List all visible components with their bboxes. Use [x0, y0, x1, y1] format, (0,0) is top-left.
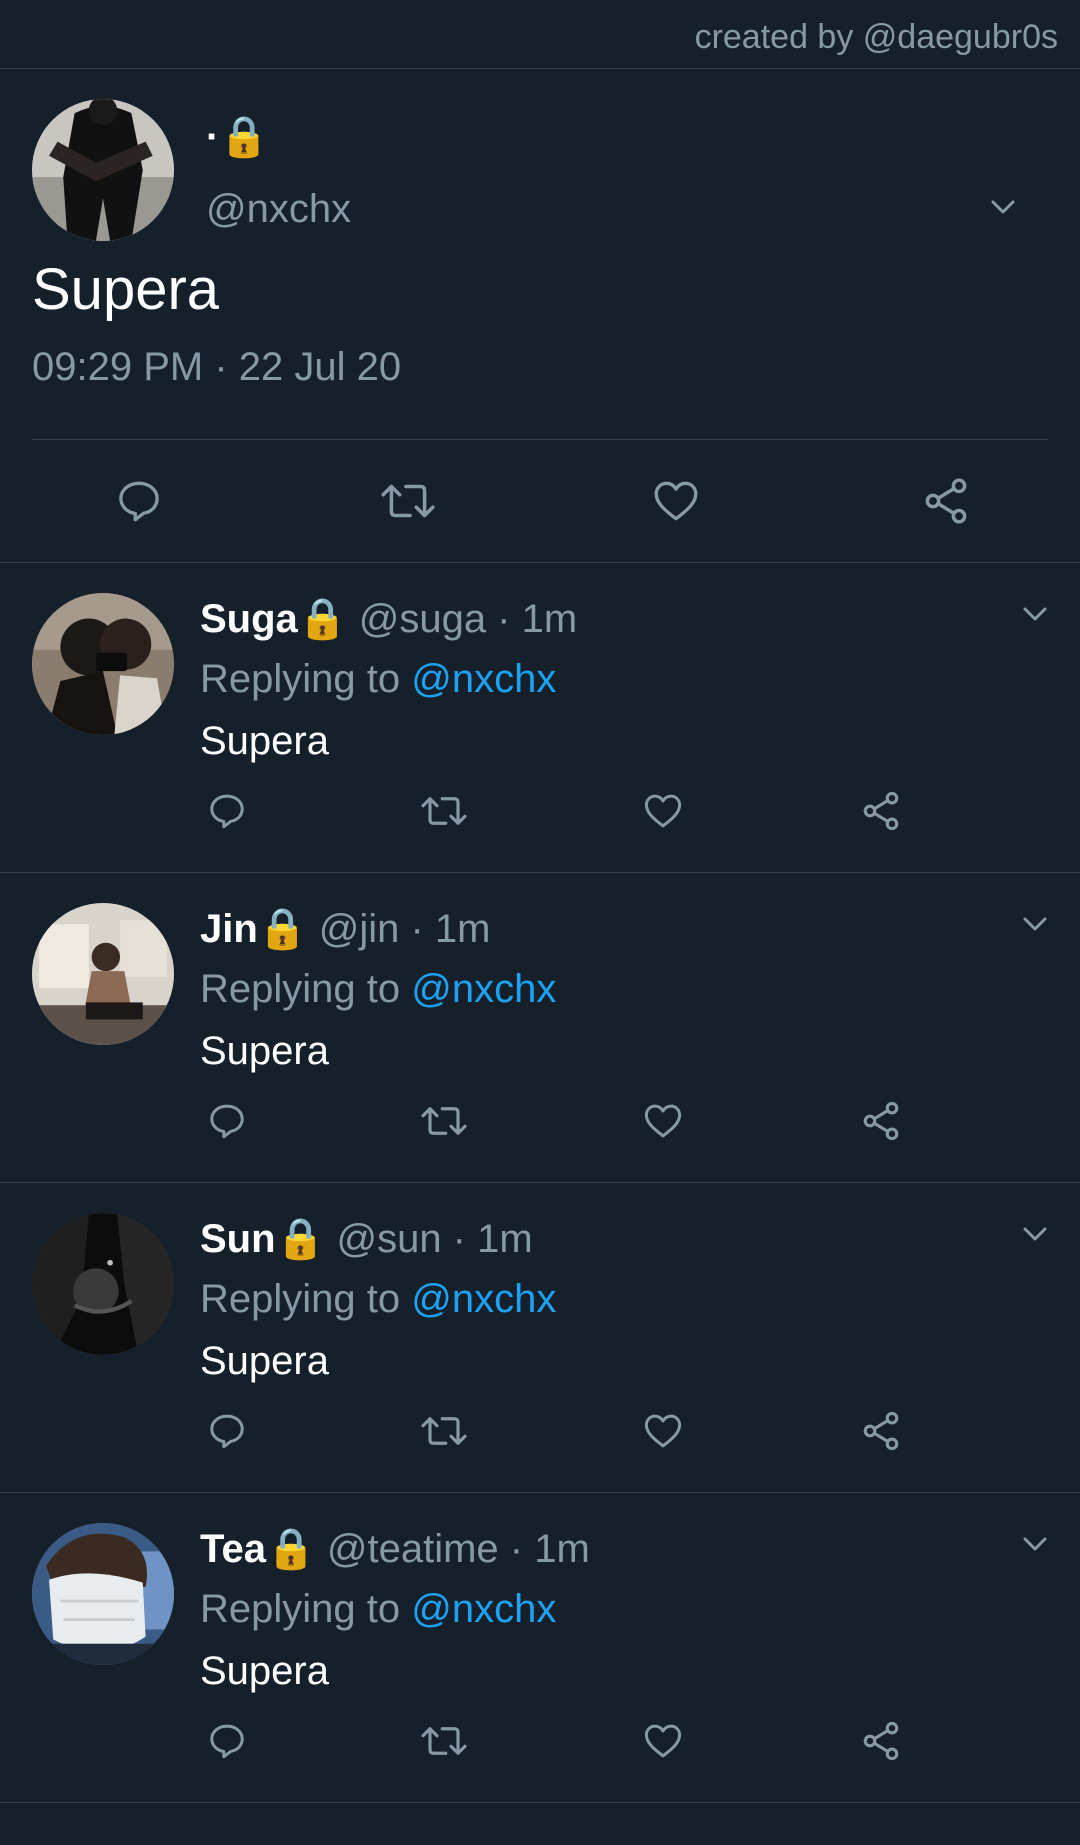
replying-to: Replying to @nxchx	[200, 967, 556, 1012]
tweet-text: Supera	[32, 257, 220, 322]
author-meta: @suga · 1m	[347, 597, 578, 641]
author-meta: @teatime · 1m	[315, 1527, 590, 1571]
retweet-icon[interactable]	[418, 1409, 470, 1453]
tweet-timestamp: 09:29 PM · 22 Jul 20	[32, 345, 402, 389]
reply-tweet[interactable]: Suga🔒 @suga · 1m Replying to @nxchx Supe…	[0, 563, 1080, 873]
retweet-icon[interactable]	[418, 1719, 470, 1763]
author-name[interactable]: Jin🔒	[200, 907, 308, 951]
retweet-icon[interactable]	[418, 1099, 470, 1143]
main-tweet-header: ·🔒 @nxchx	[32, 69, 1048, 257]
tweet-actions	[32, 440, 1048, 562]
chevron-down-icon[interactable]	[1020, 599, 1050, 629]
avatar[interactable]	[32, 1523, 174, 1665]
tweet-actions	[0, 785, 1080, 845]
mention-link[interactable]: @nxchx	[411, 657, 556, 701]
replying-label: Replying to	[200, 657, 412, 701]
share-icon[interactable]	[858, 1409, 904, 1453]
author-name[interactable]: ·🔒	[206, 113, 269, 160]
tweet-actions	[0, 1405, 1080, 1465]
heart-icon[interactable]	[640, 1409, 686, 1453]
author-name[interactable]: Tea🔒	[200, 1527, 316, 1571]
retweet-icon[interactable]	[378, 474, 438, 528]
reply-icon[interactable]	[205, 1719, 249, 1763]
reply-header: Tea🔒 @teatime · 1m	[200, 1525, 590, 1572]
replying-label: Replying to	[200, 1587, 412, 1631]
heart-icon[interactable]	[640, 1099, 686, 1143]
author-meta: @jin · 1m	[307, 907, 491, 951]
replying-label: Replying to	[200, 967, 412, 1011]
author-name[interactable]: Sun🔒	[200, 1217, 325, 1261]
reply-text: Supera	[200, 1339, 329, 1383]
reply-icon[interactable]	[205, 1409, 249, 1453]
replying-to: Replying to @nxchx	[200, 1587, 556, 1632]
reply-text: Supera	[200, 1029, 329, 1073]
reply-icon[interactable]	[205, 789, 249, 833]
tweet-actions	[0, 1095, 1080, 1155]
chevron-down-icon[interactable]	[1020, 1529, 1050, 1559]
replying-to: Replying to @nxchx	[200, 657, 556, 702]
replying-label: Replying to	[200, 1277, 412, 1321]
creator-credit: created by @daegubr0s	[694, 18, 1058, 56]
reply-header: Jin🔒 @jin · 1m	[200, 905, 490, 952]
avatar[interactable]	[32, 903, 174, 1045]
replying-to: Replying to @nxchx	[200, 1277, 556, 1322]
heart-icon[interactable]	[640, 1719, 686, 1763]
mention-link[interactable]: @nxchx	[411, 1277, 556, 1321]
reply-icon[interactable]	[205, 1099, 249, 1143]
heart-icon[interactable]	[648, 474, 704, 528]
avatar[interactable]	[32, 1213, 174, 1355]
mention-link[interactable]: @nxchx	[411, 1587, 556, 1631]
author-handle[interactable]: @nxchx	[206, 187, 351, 232]
author-name[interactable]: Suga🔒	[200, 597, 348, 641]
chevron-down-icon[interactable]	[1020, 909, 1050, 939]
reply-tweet[interactable]: Tea🔒 @teatime · 1m Replying to @nxchx Su…	[0, 1493, 1080, 1803]
share-icon[interactable]	[918, 474, 974, 528]
author-meta: @sun · 1m	[325, 1217, 533, 1261]
reply-text: Supera	[200, 1649, 329, 1693]
reply-tweet[interactable]: Jin🔒 @jin · 1m Replying to @nxchx Supera	[0, 873, 1080, 1183]
share-icon[interactable]	[858, 789, 904, 833]
main-tweet: ·🔒 @nxchx Supera 09:29 PM · 22 Jul 20	[0, 69, 1080, 563]
reply-tweet[interactable]: Sun🔒 @sun · 1m Replying to @nxchx Supera	[0, 1183, 1080, 1493]
chevron-down-icon[interactable]	[1020, 1219, 1050, 1249]
share-icon[interactable]	[858, 1719, 904, 1763]
avatar[interactable]	[32, 593, 174, 735]
reply-header: Suga🔒 @suga · 1m	[200, 595, 577, 642]
reply-icon[interactable]	[112, 474, 166, 528]
mention-link[interactable]: @nxchx	[411, 967, 556, 1011]
reply-header: Sun🔒 @sun · 1m	[200, 1215, 533, 1262]
avatar[interactable]	[32, 99, 174, 241]
heart-icon[interactable]	[640, 789, 686, 833]
retweet-icon[interactable]	[418, 789, 470, 833]
reply-text: Supera	[200, 719, 329, 763]
chevron-down-icon[interactable]	[988, 192, 1018, 222]
share-icon[interactable]	[858, 1099, 904, 1143]
header: created by @daegubr0s	[0, 0, 1080, 69]
tweet-actions	[0, 1715, 1080, 1775]
